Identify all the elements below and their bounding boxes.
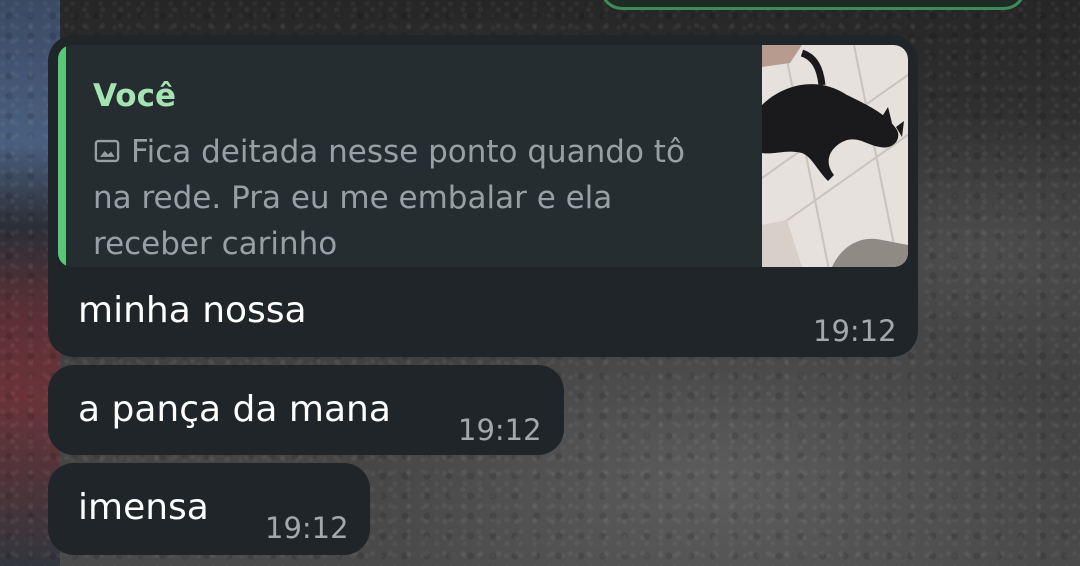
message-text: minha nossa [78, 290, 307, 331]
quote-thumbnail-image[interactable] [762, 45, 908, 267]
message-text: imensa [78, 487, 209, 528]
message-bubble-reply[interactable]: Você Fica deitada nesse ponto quando tô … [48, 35, 918, 357]
quote-accent-bar [58, 45, 66, 267]
quote-author: Você [93, 78, 176, 114]
message-text: a pança da mana [78, 389, 391, 430]
black-cat-photo [762, 45, 908, 267]
message-bubble[interactable]: a pança da mana 19:12 [48, 365, 564, 455]
message-timestamp: 19:12 [813, 314, 897, 348]
message-timestamp: 19:12 [458, 413, 542, 447]
message-timestamp: 19:12 [265, 511, 349, 545]
quoted-message[interactable]: Você Fica deitada nesse ponto quando tô … [58, 45, 908, 267]
message-bubble[interactable]: imensa 19:12 [48, 463, 370, 555]
previous-sent-message-bubble[interactable] [600, 0, 1026, 10]
quote-text-container: Fica deitada nesse ponto quando tô na re… [93, 129, 723, 267]
image-icon [94, 139, 120, 163]
quote-text: Fica deitada nesse ponto quando tô na re… [93, 134, 685, 262]
